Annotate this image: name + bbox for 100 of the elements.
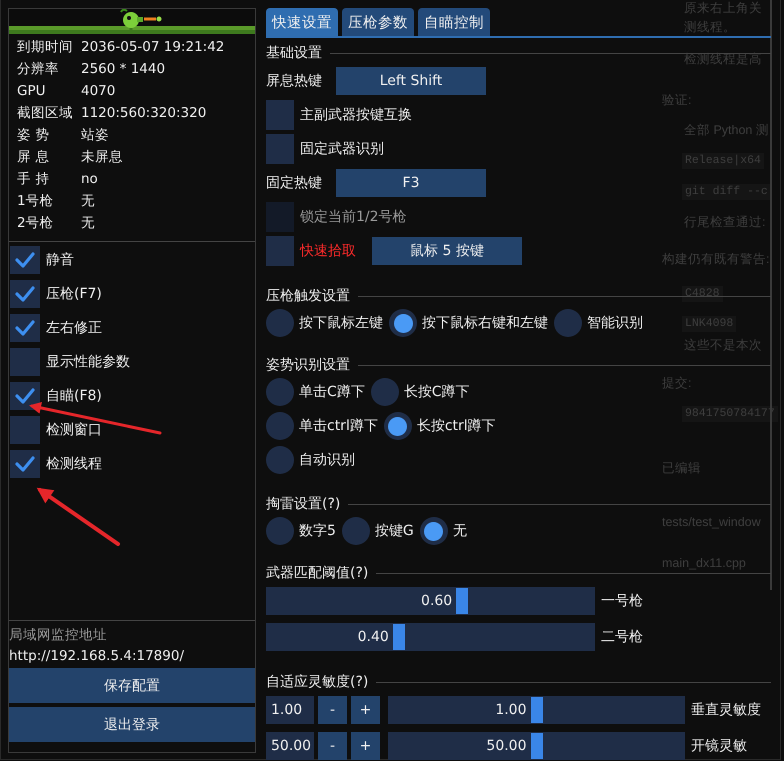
tab[interactable]: 自瞄控制 — [418, 8, 490, 36]
radio-label: 智能识别 — [587, 314, 643, 332]
checkbox-label: 左右修正 — [46, 321, 102, 335]
radio-label: 单击C蹲下 — [299, 383, 365, 401]
hotkey-button[interactable]: F3 — [336, 169, 486, 197]
radio-button[interactable] — [266, 412, 294, 440]
info-value: no — [81, 171, 99, 188]
info-label: 1号枪 — [17, 193, 55, 210]
radio-label: 长按C蹲下 — [404, 383, 470, 401]
section-title: 压枪触发设置 — [266, 287, 350, 305]
radio-label: 无 — [452, 522, 467, 540]
checkbox-label: 检测线程 — [46, 457, 102, 471]
slider-thumb[interactable] — [456, 588, 468, 614]
info-label: 到期时间 — [17, 39, 74, 56]
hotkey-button[interactable]: 鼠标 5 按键 — [372, 237, 522, 265]
section-title: 自适应灵敏度(?) — [266, 673, 368, 691]
info-label: 分辨率 — [17, 61, 60, 78]
info-label: 截图区域 — [17, 105, 74, 122]
checkbox[interactable] — [10, 246, 40, 274]
slider-thumb[interactable] — [530, 697, 542, 723]
increment-button[interactable]: + — [351, 732, 380, 760]
slider-label: 一号枪 — [601, 592, 643, 610]
radio-button[interactable] — [420, 517, 448, 545]
slider-value: 0.60 — [421, 593, 452, 609]
checkbox[interactable] — [266, 100, 294, 130]
checkmark-icon — [15, 286, 35, 302]
checkbox[interactable] — [10, 314, 40, 342]
info-label: 屏 息 — [17, 149, 50, 166]
radio-button[interactable] — [389, 309, 417, 337]
scrollbar[interactable] — [770, 0, 772, 590]
tab[interactable]: 快速设置 — [266, 8, 338, 36]
slider-track[interactable]: 0.60 — [266, 587, 595, 615]
section-title: 姿势识别设置 — [266, 356, 350, 374]
decrement-button[interactable]: - — [318, 696, 347, 724]
tab[interactable]: 压枪参数 — [342, 8, 414, 36]
checkbox-label: 静音 — [46, 253, 74, 267]
checkbox-label: 压枪(F7) — [46, 287, 102, 301]
slider-thumb[interactable] — [530, 733, 542, 759]
slider-track[interactable]: 1.00 — [388, 696, 685, 724]
checkbox-label: 主副武器按键互换 — [300, 106, 412, 124]
checkbox-label: 自瞄(F8) — [46, 389, 102, 403]
logout-button[interactable]: 退出登录 — [9, 707, 255, 742]
checkmark-icon — [15, 388, 35, 404]
checkbox-label: 显示性能参数 — [46, 355, 130, 369]
slider-value: 0.40 — [358, 629, 389, 645]
checkbox-label: 快速拾取 — [300, 242, 356, 260]
radio-button[interactable] — [266, 446, 294, 474]
lan-url: http://192.168.5.4:17890/ — [9, 647, 185, 666]
checkbox[interactable] — [10, 382, 40, 410]
slider-value: 1.00 — [495, 702, 526, 718]
radio-label: 按键G — [374, 522, 414, 540]
info-value: 4070 — [81, 83, 116, 100]
checkbox[interactable] — [266, 236, 294, 266]
checkbox[interactable] — [10, 450, 40, 478]
info-label: 手 持 — [17, 171, 50, 188]
slider-thumb[interactable] — [392, 624, 405, 650]
checkbox-label: 锁定当前1/2号枪 — [300, 208, 407, 226]
checkmark-icon — [15, 456, 35, 472]
save-button[interactable]: 保存配置 — [9, 668, 255, 703]
radio-button[interactable] — [266, 309, 294, 337]
info-label: 2号枪 — [17, 215, 55, 232]
radio-label: 按下鼠标左键 — [299, 314, 383, 332]
hotkey-label: 屏息热键 — [266, 72, 323, 90]
hotkey-label: 固定热键 — [266, 174, 323, 192]
checkbox[interactable] — [10, 416, 40, 444]
hotkey-button[interactable]: Left Shift — [336, 67, 486, 95]
lan-label: 局域网监控地址 — [9, 626, 108, 644]
info-label: 姿 势 — [17, 127, 50, 144]
info-label: GPU — [17, 83, 46, 100]
decrement-button[interactable]: - — [318, 732, 347, 760]
slider-label: 二号枪 — [601, 628, 643, 646]
radio-button[interactable] — [266, 517, 294, 545]
input-field[interactable]: 1.00 — [266, 696, 314, 724]
radio-label: 单击ctrl蹲下 — [299, 417, 378, 435]
checkbox[interactable] — [266, 134, 294, 164]
radio-button[interactable] — [384, 412, 412, 440]
radio-label: 数字5 — [299, 522, 336, 540]
checkbox[interactable] — [10, 348, 40, 376]
info-value: 未屏息 — [81, 149, 124, 166]
slider-label: 垂直灵敏度 — [691, 701, 761, 719]
slider-track[interactable]: 0.40 — [266, 623, 595, 651]
radio-button[interactable] — [554, 309, 582, 337]
info-value: 无 — [81, 215, 96, 232]
info-value: 1120:560:320:320 — [81, 105, 208, 122]
info-value: 2560 * 1440 — [81, 61, 166, 78]
info-value: 无 — [81, 193, 96, 210]
info-value: 2036-05-07 19:21:42 — [81, 39, 226, 56]
radio-label: 自动识别 — [299, 451, 355, 469]
section-title: 武器匹配阈值(?) — [266, 564, 368, 582]
slider-track[interactable]: 50.00 — [388, 732, 685, 760]
checkmark-icon — [15, 252, 35, 268]
radio-button[interactable] — [266, 378, 294, 406]
checkbox[interactable] — [10, 280, 40, 308]
radio-button[interactable] — [342, 517, 370, 545]
input-field[interactable]: 50.00 — [266, 732, 314, 760]
section-title: 掏雷设置(?) — [266, 495, 340, 513]
slider-label: 开镜灵敏 — [691, 737, 747, 755]
checkmark-icon — [15, 320, 35, 336]
radio-button[interactable] — [370, 378, 399, 406]
increment-button[interactable]: + — [351, 696, 380, 724]
